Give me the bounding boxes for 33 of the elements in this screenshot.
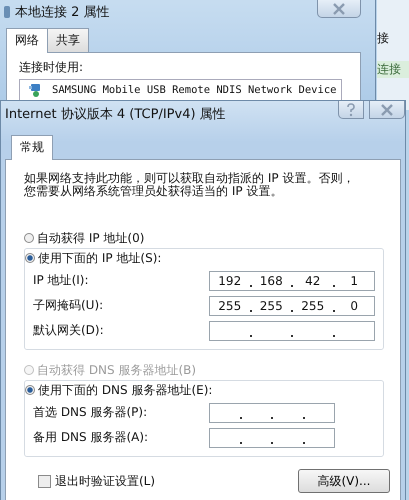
radio-button[interactable]: 使用下面的 IP 地址(S): [25,248,375,268]
radio-button[interactable]: 使用下面的 DNS 服务器地址(E): [25,380,375,400]
radio-button[interactable]: 自动获得 IP 地址(0) [24,228,390,248]
checkbox[interactable]: 退出时验证设置(L) [24,472,156,490]
field-label: 子网掩码(U): [33,297,104,314]
tab[interactable]: 共享 [47,28,89,52]
close-button[interactable] [317,0,361,18]
tab[interactable]: 常规 [11,135,53,160]
ip-address-field[interactable] [209,320,375,340]
ip-address-field[interactable]: 192 168 42 1 [209,270,375,290]
label: 连接时使用: [19,59,84,76]
field-label: 默认网关(D): [33,322,104,339]
description-text: 您需要从网络系统管理员处获得适当的 IP 设置。 [24,185,284,198]
window-icon [4,6,10,18]
tab[interactable]: 网络 [6,28,48,53]
field-label: IP 地址(I): [33,272,89,289]
label: 连接 [377,61,409,78]
heading: 接 [377,30,390,47]
field-label: 备用 DNS 服务器(A): [33,429,148,446]
description-text: 如果网络支持此功能，则可以获取自动指派的 IP 设置。否则， [24,172,356,185]
ip-address-field[interactable] [209,428,335,448]
close-button[interactable] [369,101,405,119]
ip-address-field[interactable] [209,402,335,422]
device-name: SAMSUNG Mobile USB Remote NDIS Network Device [52,84,336,96]
help-button[interactable] [338,101,364,119]
close-icon [380,104,394,116]
close-icon [332,2,346,14]
advanced-button[interactable]: 高级(V)... [298,469,390,493]
window-title: 本地连接 2 属性 [15,4,110,21]
window-title: Internet 协议版本 4 (TCP/IPv4) 属性 [5,106,226,123]
field-label: 首选 DNS 服务器(P): [33,404,148,421]
ip-address-field[interactable]: 255 255 255 0 [209,296,375,316]
help-icon [346,102,356,116]
